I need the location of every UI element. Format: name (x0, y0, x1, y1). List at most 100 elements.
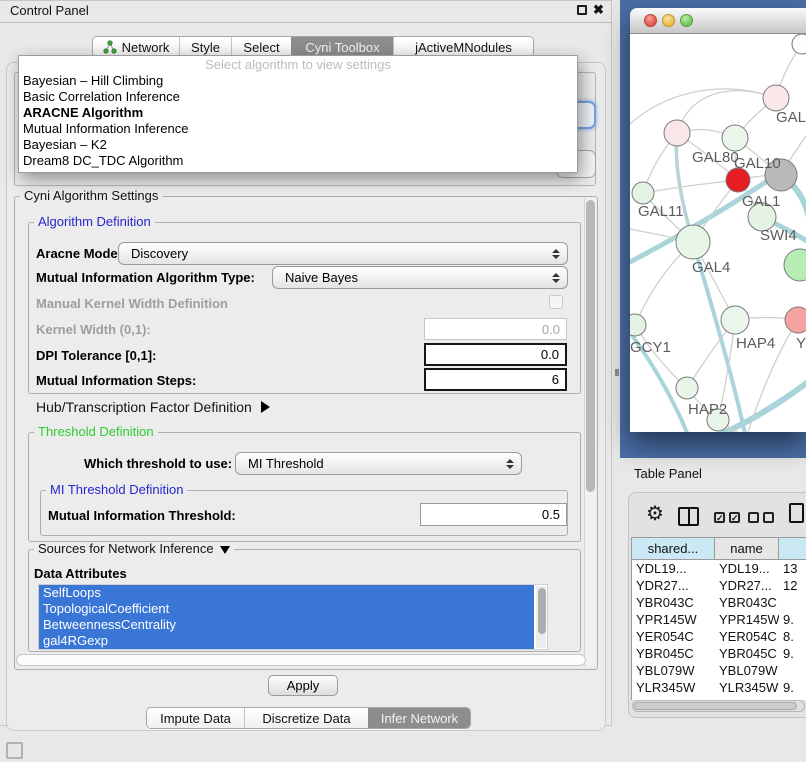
table-row[interactable]: YPR145WYPR145W9. (632, 611, 806, 628)
column-header-partial[interactable] (779, 538, 806, 559)
table-row[interactable]: YDR27...YDR27...12 (632, 577, 806, 594)
control-panel-titlebar: Control Panel ✖ (0, 0, 612, 23)
new-table-icon[interactable] (789, 503, 804, 523)
menu-item-mutual-information[interactable]: Mutual Information Inference (19, 121, 577, 137)
node-right-green[interactable] (784, 249, 806, 281)
attribute-betweennesscentrality[interactable]: BetweennessCentrality (39, 617, 534, 633)
cyni-settings-title: Cyni Algorithm Settings (20, 189, 162, 203)
algorithm-dropdown-popup: Select algorithm to view settings Bayesi… (18, 55, 578, 173)
menu-item-bayesian-hill-climbing[interactable]: Bayesian – Hill Climbing (19, 73, 577, 89)
tab-network-label: Network (122, 40, 170, 55)
mi-type-label: Mutual Information Algorithm Type: (36, 270, 255, 285)
label-gal80: GAL80 (692, 149, 739, 166)
data-attributes-list: SelfLoops TopologicalCoefficient Between… (38, 584, 548, 650)
label-gal4: GAL4 (692, 259, 730, 276)
tab-jactivemnodules[interactable]: jActiveMNodules (393, 37, 533, 57)
attribute-gal4rgexp[interactable]: gal4RGexp (39, 633, 534, 649)
mi-steps-label: Mutual Information Steps: (36, 373, 196, 388)
node-y-partial[interactable] (785, 307, 806, 333)
apply-button[interactable]: Apply (268, 675, 338, 696)
node-table: shared... name YDL19...YDL19...13 YDR27.… (631, 537, 806, 700)
select-all-columns-icon[interactable]: ✓ ✓ (714, 512, 740, 523)
gear-icon[interactable]: ⚙ (646, 504, 664, 524)
data-attributes-label: Data Attributes (34, 566, 127, 581)
combo-arrows-icon (552, 243, 560, 264)
dpi-tolerance-label: DPI Tolerance [0,1]: (36, 348, 156, 363)
combo-arrows-icon (506, 453, 514, 474)
deselect-columns-icon[interactable] (748, 512, 774, 523)
table-panel-title: Table Panel (634, 466, 702, 481)
screen: Control Panel ✖ Network Style Select Cyn… (0, 0, 806, 762)
node-gal11[interactable] (632, 182, 654, 204)
column-header-name[interactable]: name (715, 538, 779, 559)
menu-item-bayesian-k2[interactable]: Bayesian – K2 (19, 137, 577, 153)
table-scrollbar-thumb[interactable] (634, 702, 797, 710)
node-hap2[interactable] (676, 377, 698, 399)
node-gal10[interactable] (722, 125, 748, 151)
label-y-partial: Y (796, 335, 806, 352)
close-panel-icon[interactable]: ✖ (593, 2, 604, 18)
zoom-button[interactable] (680, 14, 693, 27)
manual-kernel-checkbox[interactable] (549, 295, 563, 309)
settings-scrollbar[interactable] (584, 198, 596, 666)
kernel-width-input[interactable]: 0.0 (424, 318, 567, 340)
label-hap2: HAP2 (688, 401, 727, 418)
menu-item-basic-correlation[interactable]: Basic Correlation Inference (19, 89, 577, 105)
node-gal4[interactable] (676, 225, 710, 259)
attributes-scrollbar-thumb[interactable] (538, 588, 546, 634)
attribute-selfloops[interactable]: SelfLoops (39, 585, 534, 601)
kernel-width-label: Kernel Width (0,1): (36, 322, 151, 337)
table-row[interactable]: YLR345WYLR345W9. (632, 679, 806, 696)
tab-discretize-data[interactable]: Discretize Data (244, 708, 368, 728)
combo-arrows-icon (552, 267, 560, 288)
mi-threshold-input[interactable]: 0.5 (420, 503, 567, 526)
dpi-tolerance-input[interactable]: 0.0 (424, 343, 567, 366)
label-gcy1: GCY1 (630, 339, 671, 356)
table-horizontal-scrollbar[interactable] (632, 700, 805, 712)
table-header-row: shared... name (632, 538, 806, 560)
column-header-shared-name[interactable]: shared... (632, 538, 715, 559)
network-canvas[interactable]: GAL GAL80 GAL10 GAL1 GAL11 SWI4 GAL4 GCY… (630, 34, 806, 432)
table-row[interactable]: YBR043CYBR043C (632, 594, 806, 611)
table-row[interactable]: YER054CYER054C8. (632, 628, 806, 645)
settings-horizontal-scrollbar[interactable] (16, 654, 586, 666)
aracne-mode-select[interactable]: Discovery (118, 242, 568, 265)
close-button[interactable] (644, 14, 657, 27)
tab-select[interactable]: Select (231, 37, 291, 57)
network-graph: GAL GAL80 GAL10 GAL1 GAL11 SWI4 GAL4 GCY… (630, 34, 806, 432)
manual-kernel-label: Manual Kernel Width Definition (36, 296, 228, 311)
sources-group-title[interactable]: Sources for Network Inference (34, 542, 234, 556)
network-view-window: GAL GAL80 GAL10 GAL1 GAL11 SWI4 GAL4 GCY… (630, 8, 806, 432)
table-row[interactable]: YBR045CYBR045C9. (632, 645, 806, 662)
menu-item-dream8[interactable]: Dream8 DC_TDC Algorithm (19, 153, 577, 169)
dropdown-hint: Select algorithm to view settings (19, 56, 577, 73)
label-hap4: HAP4 (736, 335, 775, 352)
node-hap4[interactable] (721, 306, 749, 334)
mi-steps-input[interactable]: 6 (424, 368, 567, 391)
tab-style[interactable]: Style (179, 37, 231, 57)
hub-definition-expander[interactable]: Hub/Transcription Factor Definition (36, 399, 270, 415)
bottom-corner-icon[interactable] (6, 742, 23, 759)
node-top-right[interactable] (792, 34, 806, 54)
mi-type-select[interactable]: Naive Bayes (272, 266, 568, 289)
table-row[interactable]: YDL19...YDL19...13 (632, 560, 806, 577)
node-gcy1[interactable] (630, 314, 646, 336)
table-row[interactable]: YBL079WYBL079W (632, 662, 806, 679)
splitter-handle[interactable] (615, 369, 619, 376)
menu-item-aracne[interactable]: ARACNE Algorithm (19, 105, 577, 121)
which-threshold-label: Which threshold to use: (84, 456, 232, 471)
tab-impute-data[interactable]: Impute Data (147, 708, 244, 728)
which-threshold-select[interactable]: MI Threshold (235, 452, 522, 475)
network-window-titlebar[interactable] (630, 8, 806, 34)
settings-scrollbar-thumb[interactable] (586, 200, 595, 492)
tab-cyni-toolbox[interactable]: Cyni Toolbox (291, 37, 393, 57)
split-view-icon[interactable] (678, 507, 699, 526)
node-gal-partial[interactable] (763, 85, 789, 111)
float-window-icon[interactable] (577, 5, 587, 15)
tab-network[interactable]: Network (93, 37, 179, 57)
tab-infer-network[interactable]: Infer Network (368, 708, 470, 728)
minimize-button[interactable] (662, 14, 675, 27)
node-gal80[interactable] (664, 120, 690, 146)
network-icon (103, 40, 117, 54)
attribute-topologicalcoefficient[interactable]: TopologicalCoefficient (39, 601, 534, 617)
